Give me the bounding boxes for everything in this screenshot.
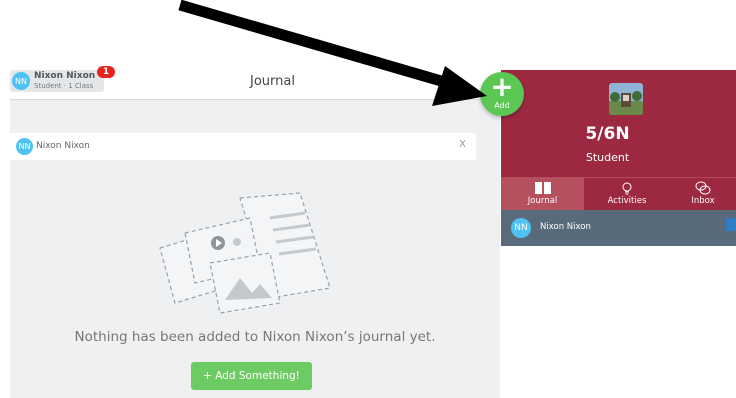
student-row-action[interactable] bbox=[726, 218, 736, 231]
add-button-label: Add bbox=[494, 101, 510, 110]
user-name: Nixon Nixon bbox=[34, 71, 96, 81]
add-button[interactable]: + Add bbox=[480, 72, 524, 116]
tab-journal-label: Journal bbox=[527, 196, 558, 206]
student-name: Nixon Nixon bbox=[540, 222, 591, 232]
tab-activities-label: Activities bbox=[607, 196, 647, 206]
class-photo bbox=[609, 83, 643, 115]
class-panel: 5/6N Student Journal Activities Inbox NN… bbox=[501, 70, 736, 398]
class-header: 5/6N Student bbox=[501, 70, 736, 177]
empty-journal-illustration bbox=[159, 192, 331, 314]
journal-body: NN Nixon Nixon X Nothing has been added … bbox=[10, 100, 500, 398]
lightbulb-icon bbox=[622, 182, 632, 195]
student-list-item[interactable]: NN Nixon Nixon bbox=[501, 210, 736, 246]
student-filter-bar: NN Nixon Nixon X bbox=[10, 133, 476, 160]
class-role: Student bbox=[585, 151, 630, 164]
add-something-button[interactable]: + Add Something! bbox=[191, 362, 312, 390]
student-filter-name: Nixon Nixon bbox=[36, 141, 90, 151]
plus-icon: + bbox=[490, 70, 514, 103]
avatar: NN bbox=[511, 218, 531, 238]
avatar: NN bbox=[16, 138, 33, 155]
class-name: 5/6N bbox=[585, 124, 630, 144]
tab-inbox-label: Inbox bbox=[691, 196, 715, 206]
class-nav-tabs: Journal Activities Inbox bbox=[501, 177, 736, 210]
tab-inbox[interactable]: Inbox bbox=[670, 178, 736, 210]
page-title: Journal bbox=[250, 74, 295, 89]
close-filter-button[interactable]: X bbox=[459, 139, 466, 150]
user-switcher[interactable]: NN Nixon Nixon Student · 1 Class bbox=[10, 70, 104, 92]
avatar: NN bbox=[12, 72, 30, 90]
empty-state-message: Nothing has been added to Nixon Nixon’s … bbox=[74, 329, 436, 345]
journal-header: NN Nixon Nixon Student · 1 Class 1 Journ… bbox=[10, 66, 500, 100]
notification-badge[interactable]: 1 bbox=[97, 66, 115, 78]
chat-bubbles-icon bbox=[695, 181, 711, 195]
book-icon bbox=[534, 182, 551, 194]
user-subtitle: Student · 1 Class bbox=[34, 82, 94, 90]
tab-activities[interactable]: Activities bbox=[584, 178, 670, 210]
tab-journal[interactable]: Journal bbox=[501, 178, 584, 210]
